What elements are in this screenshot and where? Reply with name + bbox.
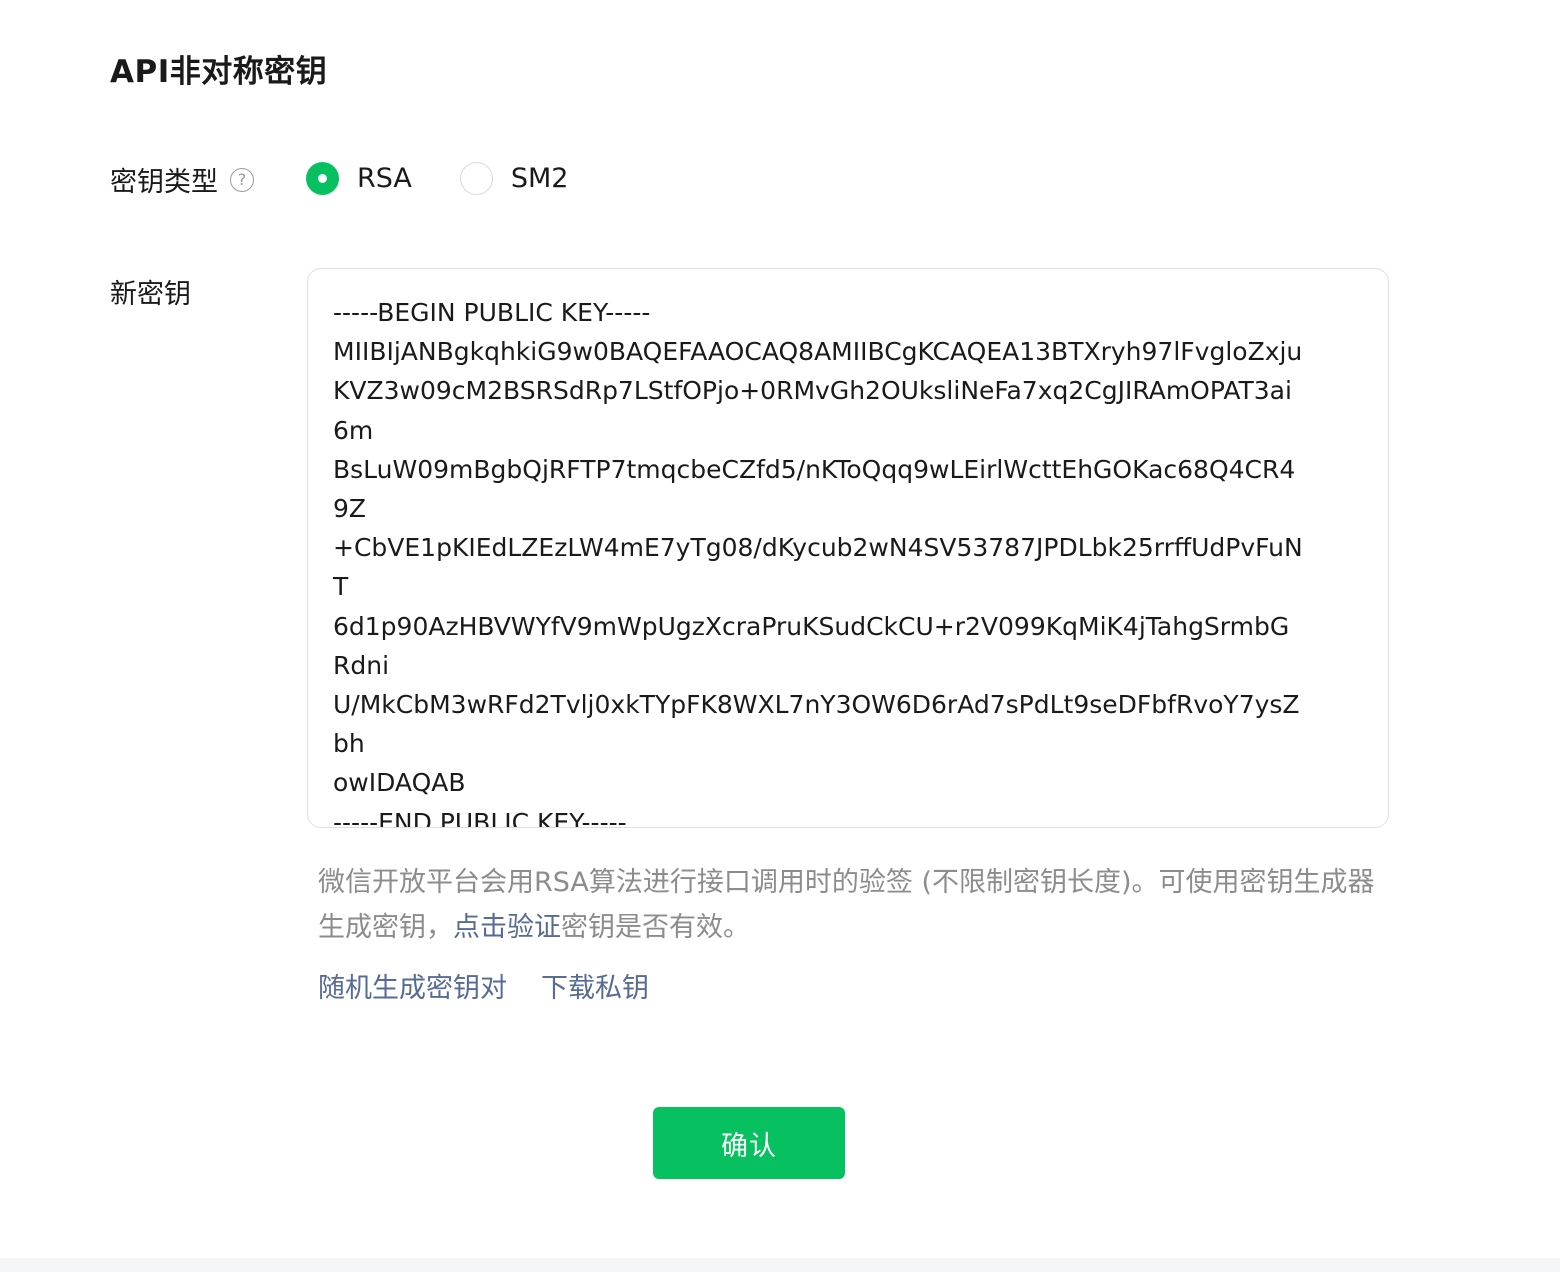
page-title: API非对称密钥 <box>110 54 328 90</box>
footer-bar <box>0 1258 1560 1272</box>
new-key-label: 新密钥 <box>110 279 191 310</box>
hint-text-after: 密钥是否有效。 <box>561 912 750 943</box>
confirm-button[interactable]: 确认 <box>653 1107 845 1179</box>
radio-option-rsa[interactable]: RSA <box>306 162 412 195</box>
radio-label-sm2: SM2 <box>510 163 569 194</box>
key-content: -----BEGIN PUBLIC KEY----- MIIBIjANBgkqh… <box>333 298 1303 828</box>
verify-link[interactable]: 点击验证 <box>453 912 561 943</box>
hint-text: 微信开放平台会用RSA算法进行接口调用时的验签 (不限制密钥长度)。可使用密钥生… <box>318 860 1388 950</box>
download-private-key-link[interactable]: 下载私钥 <box>541 966 649 1005</box>
radio-option-sm2[interactable]: SM2 <box>459 162 569 195</box>
key-type-label: 密钥类型 <box>110 167 218 198</box>
generate-key-pair-link[interactable]: 随机生成密钥对 <box>318 966 507 1005</box>
key-type-row: 密钥类型 ? <box>110 160 254 199</box>
radio-unchecked-icon[interactable] <box>459 162 493 195</box>
key-actions: 随机生成密钥对 下载私钥 <box>318 966 683 1005</box>
help-icon[interactable]: ? <box>230 167 254 192</box>
radio-checked-icon[interactable] <box>306 162 339 195</box>
radio-label-rsa: RSA <box>357 163 412 194</box>
new-key-textarea[interactable]: -----BEGIN PUBLIC KEY----- MIIBIjANBgkqh… <box>307 268 1389 828</box>
key-type-radio-group: RSA SM2 <box>306 162 617 195</box>
